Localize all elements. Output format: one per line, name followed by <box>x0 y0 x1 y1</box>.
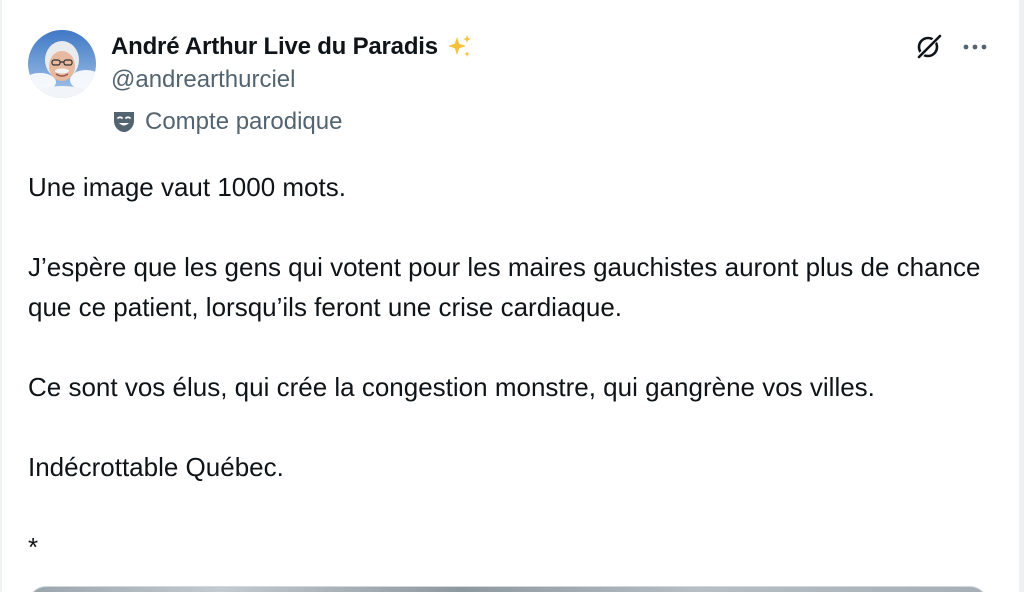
more-icon <box>961 39 989 57</box>
parody-label: Compte parodique <box>145 108 343 135</box>
theater-mask-icon <box>111 109 137 135</box>
left-border <box>0 0 2 592</box>
grok-button[interactable] <box>910 30 948 66</box>
tweet-media[interactable] <box>28 586 988 592</box>
name-row: André Arthur Live du Paradis <box>111 31 474 63</box>
tweet-paragraph: Indécrottable Québec. <box>28 452 284 482</box>
tweet-text: Une image vaut 1000 mots. J’espère que l… <box>28 167 1003 567</box>
sparkles-icon <box>444 32 474 62</box>
tweet-paragraph: J’espère que les gens qui votent pour le… <box>28 252 988 322</box>
handle[interactable]: @andrearthurciel <box>111 63 474 97</box>
tweet-paragraph: Ce sont vos élus, qui crée la congestion… <box>28 372 875 402</box>
grok-icon <box>914 31 944 66</box>
scrollbar-track[interactable] <box>1019 0 1024 592</box>
avatar[interactable] <box>28 30 96 98</box>
tweet-card: André Arthur Live du Paradis @andrearthu… <box>0 0 1024 592</box>
more-button[interactable] <box>956 30 994 66</box>
tweet-paragraph: * <box>28 532 39 562</box>
display-name[interactable]: André Arthur Live du Paradis <box>111 33 438 61</box>
tweet-paragraph: Une image vaut 1000 mots. <box>28 172 346 202</box>
author-info: André Arthur Live du Paradis @andrearthu… <box>111 31 474 97</box>
parody-badge: Compte parodique <box>111 106 342 138</box>
